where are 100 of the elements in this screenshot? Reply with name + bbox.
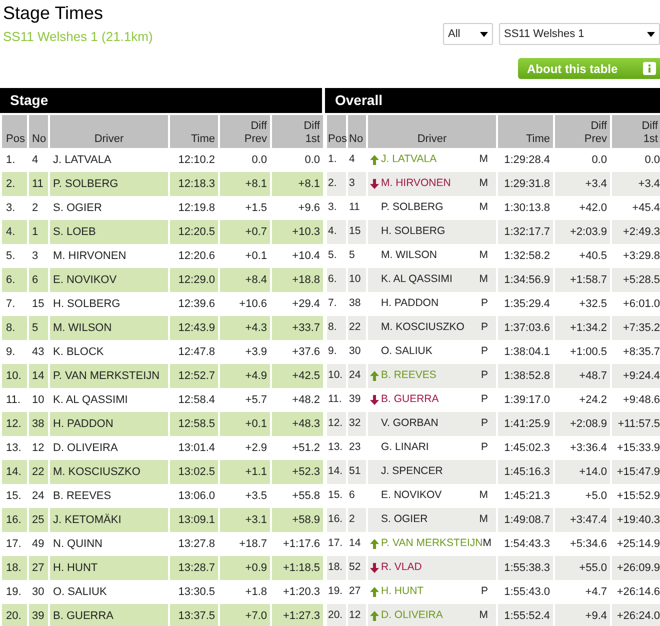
table-cell: 15 (28, 292, 49, 316)
table-cell: 51 (347, 460, 367, 484)
table-cell: 19. (1, 580, 28, 604)
table-cell: 13:37.5 (169, 604, 219, 626)
table-cell: 2. (1, 172, 28, 196)
table-cell: 1:35:29.4 (497, 292, 554, 316)
column-header: Diff 1st (271, 114, 323, 148)
column-header: Driver (367, 114, 497, 148)
class-label: P (480, 296, 488, 312)
table-cell: +10.4 (271, 244, 323, 268)
table-cell: +0.7 (219, 220, 271, 244)
table-cell: +3.9 (219, 340, 271, 364)
table-cell: +1.8 (219, 580, 271, 604)
table-cell: 4 (347, 148, 367, 172)
table-cell: 3. (326, 196, 347, 220)
table-cell: 1:39:17.0 (497, 388, 554, 412)
table-cell: 12. (1, 412, 28, 436)
table-cell: D. OLIVEIRA (49, 436, 169, 460)
table-cell: 13:09.1 (169, 508, 219, 532)
table-cell: +25:14.9 (611, 532, 660, 556)
table-cell: +24.2 (554, 388, 611, 412)
driver-name: R. VLAD (381, 560, 422, 576)
table-cell: 20. (326, 604, 347, 626)
table-cell: +9:24.4 (611, 364, 660, 388)
table-cell: 10. (326, 364, 347, 388)
table-cell: 0.0 (554, 148, 611, 172)
table-cell: +4.7 (554, 580, 611, 604)
table-cell: 12 (347, 604, 367, 626)
table-cell: 12:19.8 (169, 196, 219, 220)
driver-name: O. SALIUK (380, 344, 432, 360)
table-cell: 12. (326, 412, 347, 436)
table-cell: 12:20.6 (169, 244, 219, 268)
driver-name: H. SOLBERG (380, 224, 446, 240)
table-cell: 4 (28, 148, 49, 172)
table-cell: +55.8 (271, 484, 323, 508)
table-cell: 1:49:08.7 (497, 508, 554, 532)
table-cell: H. PADDON (49, 412, 169, 436)
table-cell: 12:58.5 (169, 412, 219, 436)
table-cell: 22 (347, 316, 367, 340)
table-cell: 0.0 (271, 148, 323, 172)
table-cell: 13:30.5 (169, 580, 219, 604)
table-cell: 12:58.4 (169, 388, 219, 412)
page-title: Stage Times (3, 2, 104, 25)
table-cell: +58.9 (271, 508, 323, 532)
table-cell: 3 (347, 172, 367, 196)
table-cell: O. SALIUK (49, 580, 169, 604)
table-cell: 13:06.0 (169, 484, 219, 508)
driver-name: P. VAN MERKSTEIJN (381, 536, 483, 552)
table-cell: +45.4 (611, 196, 660, 220)
table-cell: 43 (28, 340, 49, 364)
table-cell: +0.1 (219, 412, 271, 436)
dropdown[interactable]: All (443, 23, 493, 45)
table-cell: 13. (1, 436, 28, 460)
table-cell: B. GUERRA (49, 604, 169, 626)
table-cell: +7:35.2 (611, 316, 660, 340)
table-cell: 24 (28, 484, 49, 508)
up-arrow-icon (370, 587, 379, 597)
table-cell: +7.0 (219, 604, 271, 626)
table-cell: 10 (347, 268, 367, 292)
table-cell: 1:45:02.3 (497, 436, 554, 460)
table-cell: 1:32:17.7 (497, 220, 554, 244)
class-label: M (479, 488, 488, 504)
column-header: No (347, 114, 367, 148)
driver-name: S. OGIER (380, 512, 428, 528)
table-cell: H. SOLBERG (49, 292, 169, 316)
table-cell: +48.7 (554, 364, 611, 388)
driver-name: B. GUERRA (381, 392, 439, 408)
table-cell: +3.1 (219, 508, 271, 532)
table-cell: 1:54:43.3 (497, 532, 554, 556)
table-cell: 19. (326, 580, 347, 604)
table-cell: 12 (28, 436, 49, 460)
down-arrow-icon (370, 179, 379, 189)
dropdown[interactable]: SS11 Welshes 1 (499, 23, 660, 45)
table-cell: N. QUINN (49, 532, 169, 556)
class-label: P (480, 440, 488, 456)
table-cell: +1.5 (219, 196, 271, 220)
table-cell: +2:03.9 (554, 220, 611, 244)
table-cell: +1.1 (219, 460, 271, 484)
table-cell: +10.3 (271, 220, 323, 244)
caret-icon (647, 32, 655, 36)
table-cell: 12:43.9 (169, 316, 219, 340)
down-arrow-icon (370, 395, 379, 405)
table-cell: B. REEVES (49, 484, 169, 508)
table-cell: 5 (28, 316, 49, 340)
class-label: M (479, 608, 488, 624)
info-icon (643, 62, 656, 75)
table-cell: +26:24.0 (611, 604, 660, 626)
table-cell: 24 (347, 364, 367, 388)
table-cell: 17. (1, 532, 28, 556)
table-cell: +15:47.9 (611, 460, 660, 484)
column-header: No (28, 114, 49, 148)
table-cell: 12:39.6 (169, 292, 219, 316)
table-cell: 11 (347, 196, 367, 220)
table-cell: 12:52.7 (169, 364, 219, 388)
driver-name: M. KOSCIUSZKO (380, 320, 464, 336)
table-cell: 1:32:58.2 (497, 244, 554, 268)
table-cell: +15:52.9 (611, 484, 660, 508)
driver-name: G. LINARI (380, 440, 429, 456)
table-cell: 20. (1, 604, 28, 626)
table-cell: +1:00.5 (554, 340, 611, 364)
